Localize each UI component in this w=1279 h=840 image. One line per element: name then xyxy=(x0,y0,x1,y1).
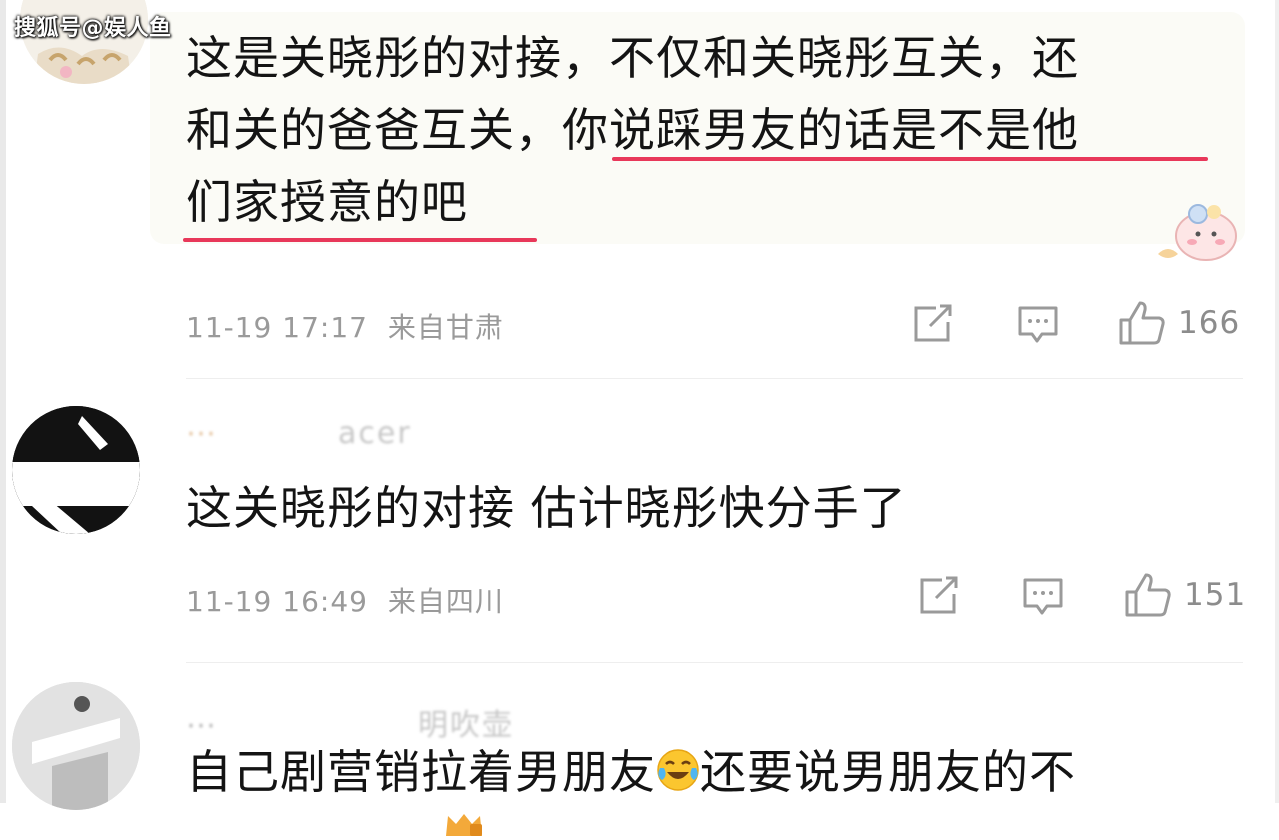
like-icon xyxy=(1119,301,1165,345)
divider xyxy=(186,378,1243,379)
watermark: 搜狐号@娱人鱼 xyxy=(14,16,172,41)
comment-location: 来自甘肃 xyxy=(387,311,504,344)
comment-text: 自己剧营销拉着男朋友 还要说男朋友的不 xyxy=(186,745,1076,799)
vip-crown-icon xyxy=(446,814,482,836)
screenshot-frame: 搜狐号@娱人鱼 这是关晓彤的对接，不仅和关晓彤互关，还 和关的爸爸互关，你说踩男… xyxy=(0,0,1279,836)
like-icon xyxy=(1125,573,1171,617)
like-button[interactable]: 166 xyxy=(1118,300,1240,346)
comment-item: ⋯acer 这关晓彤的对接 估计晓彤快分手了 11-19 16:49 来自四川 xyxy=(0,380,1279,836)
share-icon xyxy=(920,576,958,614)
avatar[interactable] xyxy=(12,682,140,810)
highlight-underline xyxy=(612,157,1208,161)
comment-icon xyxy=(1023,578,1063,615)
comment-item: 这是关晓彤的对接，不仅和关晓彤互关，还 和关的爸爸互关，你说踩男友的话是不是他 … xyxy=(0,0,1279,380)
share-icon xyxy=(914,304,952,342)
cartoon-sticker xyxy=(1158,204,1237,261)
reply-button[interactable] xyxy=(1022,577,1064,617)
comment-text: 这是关晓彤的对接，不仅和关晓彤互关，还 和关的爸爸互关，你说踩男友的话是不是他 … xyxy=(186,31,1079,229)
crying-laughing-emoji-icon xyxy=(657,749,699,791)
comment-time: 11-19 17:17 xyxy=(186,311,368,344)
like-count: 151 xyxy=(1184,577,1247,613)
comment-time: 11-19 16:49 xyxy=(186,585,368,618)
divider xyxy=(186,662,1243,663)
comment-meta: 11-19 17:17 来自甘肃 xyxy=(186,306,504,346)
like-count: 166 xyxy=(1178,305,1241,341)
comment-text: 这关晓彤的对接 估计晓彤快分手了 xyxy=(186,481,907,535)
comment-location: 来自四川 xyxy=(387,585,504,618)
reply-button[interactable] xyxy=(1017,305,1059,345)
like-button[interactable]: 151 xyxy=(1124,572,1246,618)
comment-item: ⋯ 明吹壶 自己剧营销拉着男朋友 还要说男朋友的不 xyxy=(0,670,1279,810)
avatar[interactable] xyxy=(12,406,140,534)
share-button[interactable] xyxy=(912,304,954,344)
share-button[interactable] xyxy=(918,576,960,616)
comment-meta: 11-19 16:49 来自四川 xyxy=(186,580,504,620)
highlight-underline xyxy=(183,238,537,242)
username[interactable]: ⋯ acer xyxy=(186,416,412,451)
comment-icon xyxy=(1018,306,1058,343)
